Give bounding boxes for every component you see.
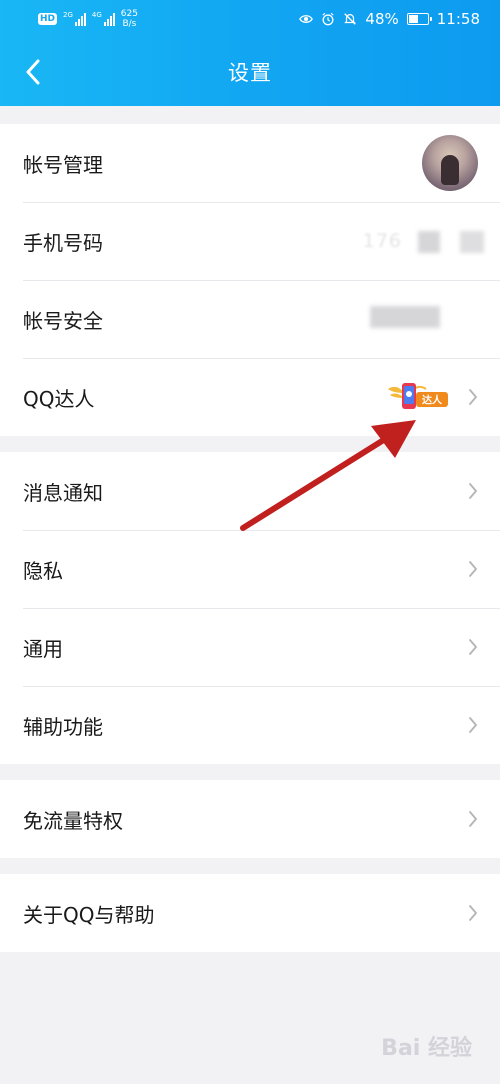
security-status-mask	[370, 306, 440, 328]
row-account-management[interactable]: 帐号管理	[0, 124, 500, 202]
row-general[interactable]: 通用	[0, 608, 500, 686]
row-message-notifications[interactable]: 消息通知	[0, 452, 500, 530]
back-chevron-icon	[26, 59, 40, 85]
masked-phone-number: 176	[362, 230, 402, 252]
chevron-right-icon	[469, 483, 477, 499]
row-free-data-privilege[interactable]: 免流量特权	[0, 780, 500, 858]
signal-1-type: 2G	[63, 11, 73, 19]
phone-mask-block-1	[418, 231, 440, 253]
row-label: 消息通知	[23, 480, 103, 505]
mute-icon	[344, 13, 357, 25]
general-group: 消息通知 隐私 通用 辅助功能	[0, 452, 500, 764]
chevron-right-icon	[469, 639, 477, 655]
alarm-icon	[322, 12, 335, 26]
row-qq-talent[interactable]: QQ达人 达人	[0, 358, 500, 436]
battery-icon	[406, 13, 432, 25]
footer-empty-area	[0, 952, 500, 1084]
signal-2-type: 4G	[91, 11, 102, 19]
battery-percent: 48%	[365, 10, 399, 28]
row-privacy[interactable]: 隐私	[0, 530, 500, 608]
status-right: 48% 11:58	[299, 10, 480, 28]
about-group: 关于QQ与帮助	[0, 874, 500, 952]
row-label: 手机号码	[23, 230, 103, 255]
row-accessibility[interactable]: 辅助功能	[0, 686, 500, 764]
signal-strength-1-icon: 2G	[63, 12, 86, 26]
signal-strength-2-icon: 4G	[92, 12, 115, 26]
avatar	[422, 135, 478, 191]
status-left: HD 2G 4G 625 B/s	[38, 9, 138, 29]
row-label: 帐号管理	[23, 152, 103, 177]
row-about-and-help[interactable]: 关于QQ与帮助	[0, 874, 500, 952]
row-label: 免流量特权	[23, 808, 123, 833]
data-privilege-group: 免流量特权	[0, 780, 500, 858]
status-bar: HD 2G 4G 625 B/s 48% 11:58	[0, 0, 500, 38]
chevron-right-icon	[469, 811, 477, 827]
chevron-right-icon	[469, 561, 477, 577]
back-button[interactable]	[16, 52, 50, 92]
row-label: 帐号安全	[23, 308, 103, 333]
network-speed: 625 B/s	[121, 9, 138, 29]
row-label: 关于QQ与帮助	[23, 902, 155, 927]
chevron-right-icon	[469, 717, 477, 733]
baidu-jingyan-watermark: Bai 经验	[381, 1036, 472, 1061]
row-label: 辅助功能	[23, 714, 103, 739]
chevron-right-icon	[469, 389, 477, 405]
top-bar: HD 2G 4G 625 B/s 48% 11:58 设置	[0, 0, 500, 106]
hd-badge: HD	[38, 13, 58, 25]
badge-text: 达人	[422, 394, 443, 407]
row-phone-number[interactable]: 手机号码 176	[0, 202, 500, 280]
row-account-security[interactable]: 帐号安全	[0, 280, 500, 358]
speed-unit: B/s	[122, 19, 137, 29]
phone-mask-block-2	[460, 231, 484, 253]
row-label: 隐私	[23, 558, 63, 583]
page-title: 设置	[228, 61, 272, 85]
chevron-right-icon	[469, 905, 477, 921]
row-label: QQ达人	[23, 386, 95, 411]
qq-talent-badge-icon: 达人	[388, 383, 448, 409]
clock: 11:58	[436, 10, 480, 28]
eye-icon	[299, 15, 314, 23]
nav-bar: 设置	[0, 38, 500, 106]
speed-value: 625	[120, 9, 138, 19]
account-group: 帐号管理 手机号码 176 帐号安全 QQ达人 达人	[0, 124, 500, 436]
row-label: 通用	[23, 636, 63, 661]
